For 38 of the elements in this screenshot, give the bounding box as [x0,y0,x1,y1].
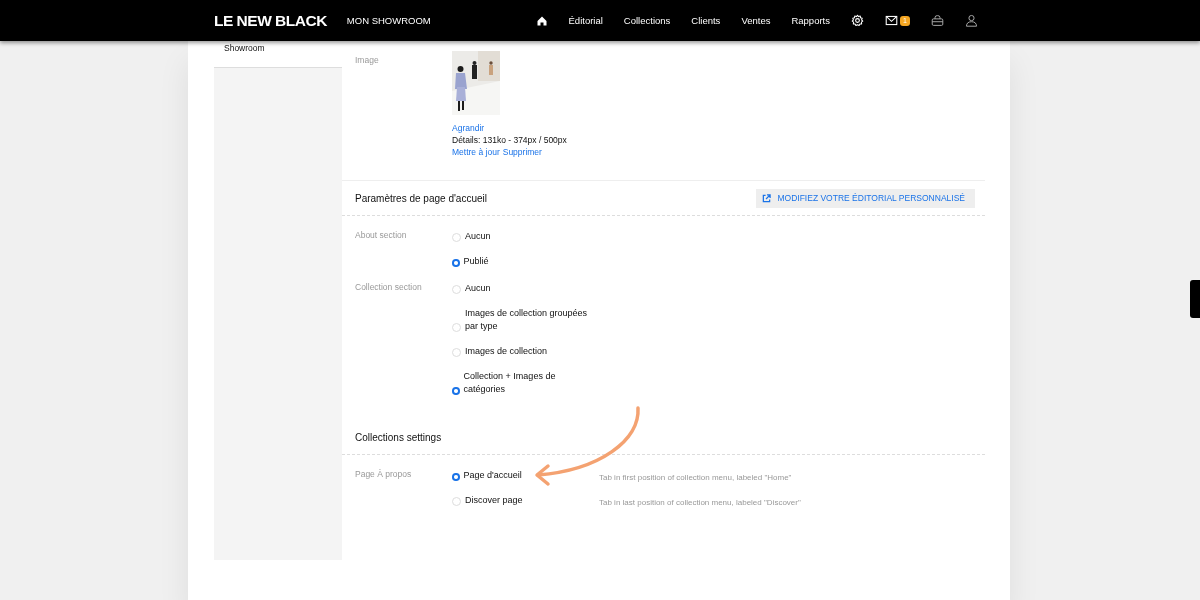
nav-link[interactable]: Clients [691,15,721,26]
radio-button[interactable] [452,473,460,481]
radio-label[interactable]: Images de collection groupées par type [465,307,593,333]
field-label: Page À propos [354,469,413,481]
option-hint: Tab in last position of collection menu, labeled "Discover" [599,498,801,507]
bag-icon[interactable] [931,14,944,27]
radio-label[interactable]: Publié [463,255,592,268]
image-link[interactable]: Mettre à jour [452,146,500,158]
radio-label[interactable]: Aucun [465,282,593,295]
nav-link[interactable]: Ventes [741,15,771,26]
field-label: Collection section [354,282,423,294]
nav-link[interactable]: Rapports [791,15,830,26]
field-label: About section [354,230,408,242]
mail-icon[interactable] [885,14,898,27]
radio-button[interactable] [452,387,460,395]
settings-icon[interactable] [851,14,864,27]
sidebar-item[interactable]: Showroom [214,41,342,68]
radio-label[interactable]: Aucun [465,230,593,243]
enlarge-link[interactable]: Agrandir [452,122,567,134]
image-link[interactable]: Supprimer [502,146,542,158]
radio-label[interactable]: Images de collection [465,345,593,358]
edit-editorial-button[interactable]: MODIFIEZ VOTRE ÉDITORIAL PERSONNALISÉ [756,188,975,208]
option-hint: Tab in first position of collection menu, labeled "Home" [599,473,792,482]
showroom-title: MON SHOWROOM [346,15,431,26]
field-label: Image [354,55,380,67]
radio-label[interactable]: Collection + Images de catégories [463,370,592,396]
nav-link[interactable]: Collections [623,15,671,26]
home-icon[interactable] [535,14,548,27]
section-title: Paramètres de page d'accueil [355,192,487,204]
nav-link[interactable]: Éditorial [568,15,603,26]
image-details: Détails: 131ko - 374px / 500px [452,134,567,146]
radio-label[interactable]: Discover page [465,494,593,507]
section-title: Collections settings [355,431,442,443]
radio-button[interactable] [452,259,460,267]
external-link-icon [762,193,772,203]
radio-label[interactable]: Page d'accueil [463,469,592,482]
user-icon[interactable] [965,14,978,27]
brand-logo[interactable]: LE NEW BLACK [214,11,327,30]
